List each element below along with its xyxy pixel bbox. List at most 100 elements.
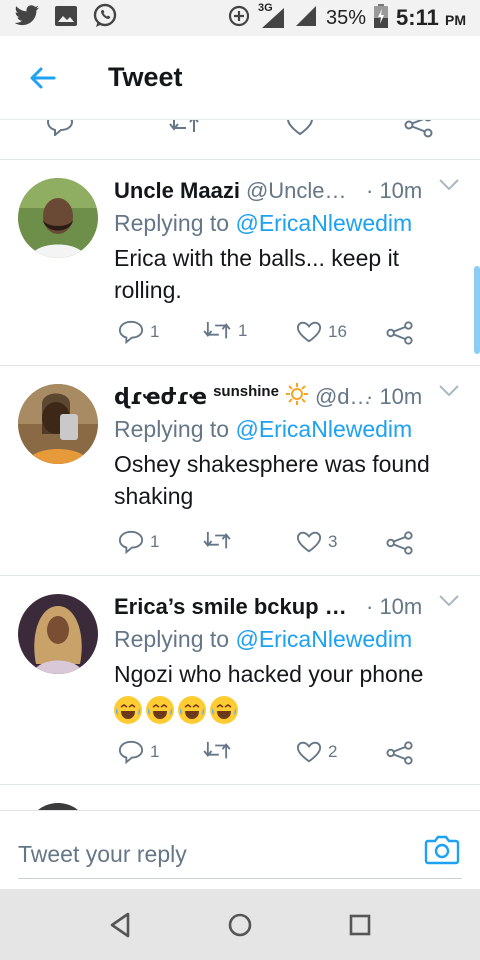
whatsapp-icon (92, 3, 118, 34)
like-count: 16 (328, 322, 347, 341)
author-name-suffix: sunshine (213, 382, 279, 400)
replying-to: Replying to @EricaNlewedim (114, 626, 412, 653)
like-icon[interactable] (286, 120, 314, 141)
replying-prefix: Replying to (114, 210, 230, 236)
camera-button[interactable] (424, 833, 464, 873)
reply-count: 1 (150, 532, 160, 551)
battery-percent: 35% (326, 6, 367, 29)
recents-square-icon[interactable] (344, 909, 376, 941)
reply-icon (118, 320, 144, 344)
share-icon[interactable] (404, 120, 434, 143)
mention-link[interactable]: @EricaNlewedim (235, 626, 412, 652)
tweet-actions: 1 3 (114, 530, 434, 562)
tweet-text: Ngozi who hacked your phone (114, 661, 424, 687)
battery-icon (374, 3, 389, 33)
like-icon (296, 321, 322, 343)
tweet-time: · 10m (366, 594, 423, 619)
avatar[interactable] (26, 803, 90, 810)
author-name[interactable]: Uncle Maazi (114, 178, 240, 204)
header: Tweet (0, 36, 480, 120)
reply-bar (0, 811, 480, 889)
emoji-row (114, 690, 454, 724)
clock: 5:11 PM (396, 5, 466, 31)
like-count: 2 (328, 742, 338, 761)
chevron-down-icon[interactable] (438, 384, 462, 408)
scrollbar[interactable] (474, 266, 480, 354)
tweet-actions: 1 2 (114, 740, 434, 772)
signal-icon-2 (294, 4, 318, 33)
tweet-text: Erica with the balls... keep it rolling. (114, 245, 400, 303)
tweet-text: Oshey shakesphere was found shaking (114, 451, 430, 509)
reply-button[interactable]: 1 (118, 320, 159, 344)
page-title: Tweet (108, 62, 183, 92)
author-handle[interactable]: @d… (315, 384, 372, 410)
partial-tweet[interactable] (0, 785, 480, 811)
tweet-header: Erica’s smile bckup … · 10m (114, 590, 464, 624)
tweet-header: Uncle Maazi @Uncle… · 10m (114, 174, 464, 208)
sun-icon (285, 382, 309, 412)
tweet-content: Ngozi who hacked your phone (114, 658, 454, 724)
reply-input[interactable] (18, 831, 462, 879)
arrow-left-icon (30, 67, 56, 88)
retweet-button[interactable] (202, 530, 238, 552)
like-button[interactable]: 2 (296, 740, 337, 764)
back-button[interactable] (22, 58, 62, 98)
laughing-emoji-icon (210, 695, 238, 724)
retweet-button[interactable] (202, 740, 238, 762)
back-triangle-icon[interactable] (104, 909, 136, 941)
system-nav-bar (0, 889, 480, 960)
mention-link[interactable]: @EricaNlewedim (235, 210, 412, 236)
share-button[interactable] (386, 740, 414, 766)
replying-prefix: Replying to (114, 626, 230, 652)
share-icon (386, 321, 413, 345)
reply-icon (118, 740, 144, 764)
chevron-down-icon[interactable] (438, 178, 462, 202)
gallery-icon (54, 5, 78, 32)
laughing-emoji-icon (114, 695, 142, 724)
avatar[interactable] (18, 384, 98, 464)
author-handle[interactable]: @Uncle… (246, 178, 347, 204)
tweet-time: · 10m (366, 384, 423, 409)
retweet-button[interactable]: 1 (202, 320, 247, 342)
twitter-icon (14, 4, 40, 32)
reply-button[interactable]: 1 (118, 740, 159, 764)
laughing-emoji-icon (146, 695, 174, 724)
retweet-icon (203, 321, 231, 339)
retweet-icon[interactable] (168, 120, 200, 141)
reply-icon[interactable] (46, 120, 74, 141)
reply-count: 1 (150, 322, 160, 341)
tweet-2[interactable]: ɖɾҽժɾҽ sunshine @d… · 10m Replying to @E… (0, 366, 480, 576)
tweet-1[interactable]: Uncle Maazi @Uncle… · 10m Replying to @E… (0, 160, 480, 366)
reply-count: 1 (150, 742, 160, 761)
avatar[interactable] (18, 594, 98, 674)
like-count: 3 (328, 532, 338, 551)
signal-icon: 3G (258, 2, 286, 30)
share-icon (386, 531, 413, 555)
mention-link[interactable]: @EricaNlewedim (235, 416, 412, 442)
chevron-down-icon[interactable] (438, 594, 462, 618)
retweet-count: 1 (238, 321, 248, 340)
avatar[interactable] (18, 178, 98, 258)
share-icon (386, 741, 413, 765)
clock-time: 5:11 (396, 5, 439, 30)
like-button[interactable]: 3 (296, 530, 337, 554)
replying-prefix: Replying to (114, 416, 230, 442)
like-icon (296, 531, 322, 553)
retweet-icon (203, 531, 231, 549)
reply-icon (118, 530, 144, 554)
home-circle-icon[interactable] (224, 909, 256, 941)
laughing-emoji-icon (178, 695, 206, 724)
replying-to: Replying to @EricaNlewedim (114, 210, 412, 237)
tweet-header: ɖɾҽժɾҽ sunshine @d… · 10m (114, 380, 464, 414)
data-saver-icon (228, 5, 250, 32)
tweet-actions: 1 1 16 (114, 320, 434, 352)
share-button[interactable] (386, 320, 414, 346)
author-name[interactable]: Erica’s smile bckup … (114, 594, 347, 620)
author-name[interactable]: ɖɾҽժɾҽ (114, 385, 207, 410)
reply-button[interactable]: 1 (118, 530, 159, 554)
tweet-time: · 10m (366, 178, 423, 203)
previous-tweet-actions (0, 120, 480, 160)
tweet-3[interactable]: Erica’s smile bckup … · 10m Replying to … (0, 576, 480, 785)
share-button[interactable] (386, 530, 414, 556)
like-button[interactable]: 16 (296, 320, 347, 344)
